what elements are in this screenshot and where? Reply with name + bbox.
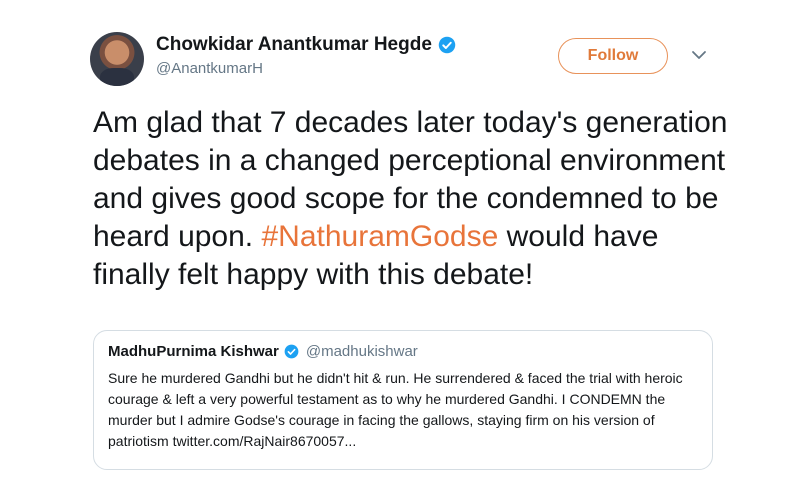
follow-button[interactable]: Follow xyxy=(558,38,668,74)
tweet-header: Chowkidar Anantkumar Hegde @AnantkumarH … xyxy=(90,28,730,88)
avatar[interactable] xyxy=(90,32,144,86)
author-block: Chowkidar Anantkumar Hegde @AnantkumarH xyxy=(156,34,456,77)
verified-badge-icon xyxy=(284,344,299,359)
author-display-name[interactable]: Chowkidar Anantkumar Hegde xyxy=(156,34,432,56)
display-name-row: Chowkidar Anantkumar Hegde xyxy=(156,34,456,56)
author-handle[interactable]: @AnantkumarH xyxy=(156,60,456,77)
quoted-tweet[interactable]: MadhuPurnima Kishwar @madhukishwar Sure … xyxy=(93,330,713,470)
verified-badge-icon xyxy=(438,36,456,54)
quoted-tweet-header: MadhuPurnima Kishwar @madhukishwar xyxy=(108,343,698,360)
quoted-tweet-text: Sure he murdered Gandhi but he didn't hi… xyxy=(108,370,683,449)
quoted-author-handle: @madhukishwar xyxy=(305,343,418,360)
quoted-author-name: MadhuPurnima Kishwar xyxy=(108,343,279,360)
hashtag-link[interactable]: #NathuramGodse xyxy=(261,220,498,253)
chevron-down-icon[interactable] xyxy=(690,48,708,62)
tweet-card: Chowkidar Anantkumar Hegde @AnantkumarH … xyxy=(0,0,800,500)
tweet-text: Am glad that 7 decades later today's gen… xyxy=(93,104,733,294)
